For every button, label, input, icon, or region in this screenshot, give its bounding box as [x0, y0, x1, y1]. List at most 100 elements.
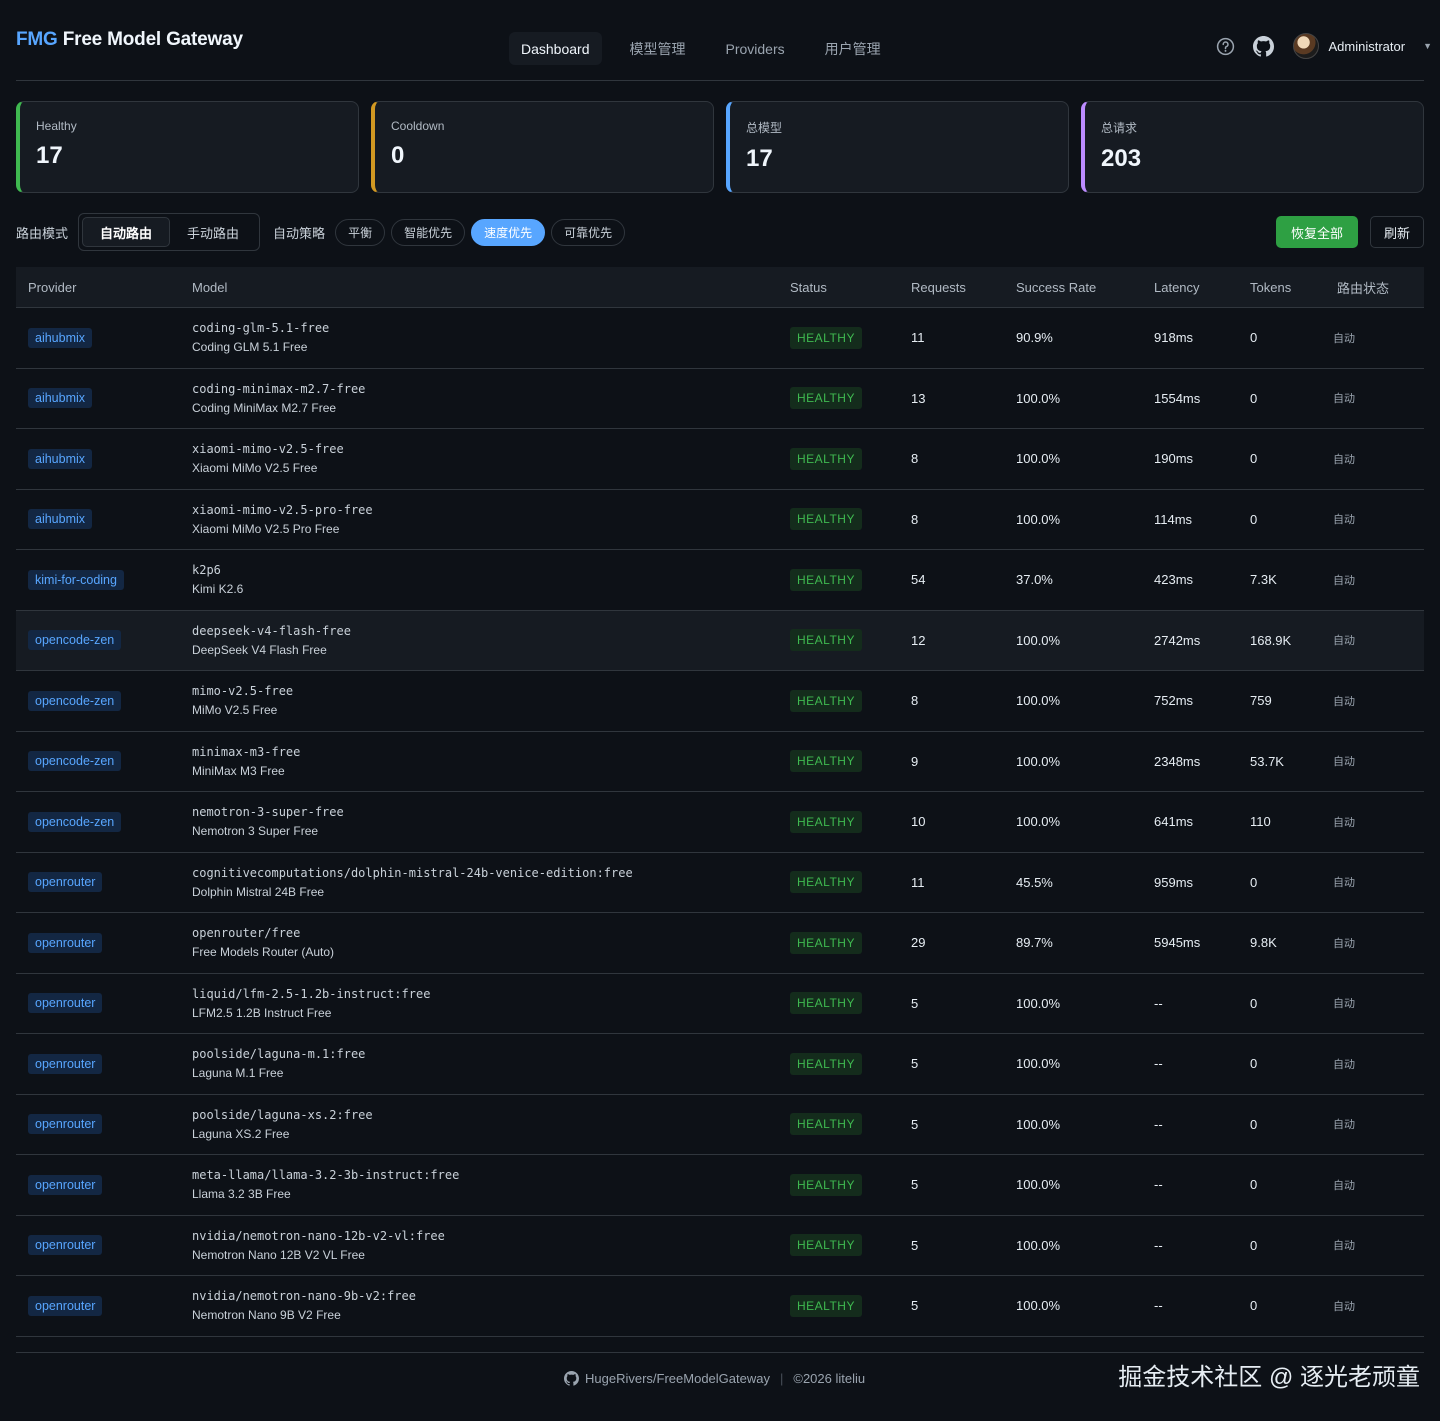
- route-status-cell[interactable]: 自动: [1325, 1237, 1424, 1253]
- col-tokens[interactable]: Tokens: [1238, 280, 1325, 295]
- route-status-cell[interactable]: 自动: [1325, 572, 1424, 588]
- github-icon[interactable]: [1253, 35, 1275, 57]
- table-row[interactable]: opencode-zen deepseek-v4-flash-free Deep…: [16, 610, 1424, 671]
- table-row[interactable]: openrouter nvidia/nemotron-nano-12b-v2-v…: [16, 1216, 1424, 1276]
- provider-tag[interactable]: aihubmix: [28, 448, 93, 469]
- provider-tag[interactable]: openrouter: [28, 1174, 103, 1195]
- provider-tag[interactable]: aihubmix: [28, 327, 93, 348]
- provider-tag[interactable]: openrouter: [28, 872, 103, 893]
- provider-tag[interactable]: aihubmix: [28, 388, 93, 409]
- table-row[interactable]: opencode-zen mimo-v2.5-free MiMo V2.5 Fr…: [16, 671, 1424, 732]
- table-row[interactable]: aihubmix xiaomi-mimo-v2.5-free Xiaomi Mi…: [16, 429, 1424, 490]
- model-id: poolside/laguna-xs.2:free: [192, 1107, 373, 1122]
- col-model[interactable]: Model: [180, 280, 778, 295]
- provider-tag[interactable]: opencode-zen: [28, 811, 122, 832]
- route-status-cell[interactable]: 自动: [1325, 1298, 1424, 1314]
- status-cell: HEALTHY: [778, 326, 899, 349]
- col-latency[interactable]: Latency: [1142, 280, 1238, 295]
- route-status-cell[interactable]: 自动: [1325, 1056, 1424, 1072]
- status-badge: HEALTHY: [790, 447, 862, 470]
- table-row[interactable]: aihubmix coding-glm-5.1-free Coding GLM …: [16, 308, 1424, 369]
- table-row[interactable]: opencode-zen minimax-m3-free MiniMax M3 …: [16, 732, 1424, 792]
- repo-link[interactable]: HugeRivers/FreeModelGateway: [585, 1371, 770, 1386]
- requests-cell: 5: [911, 1298, 919, 1314]
- route-mode-manual[interactable]: 手动路由: [170, 217, 256, 247]
- provider-tag[interactable]: opencode-zen: [28, 751, 122, 772]
- success-rate-cell: 100.0%: [1016, 693, 1061, 709]
- table-row[interactable]: openrouter nvidia/nemotron-nano-9b-v2:fr…: [16, 1276, 1424, 1337]
- brand-logo[interactable]: FMG Free Model Gateway: [16, 29, 243, 51]
- chevron-down-icon[interactable]: ▼: [1423, 41, 1432, 51]
- table-row[interactable]: openrouter poolside/laguna-m.1:free Lagu…: [16, 1034, 1424, 1095]
- model-name: Laguna XS.2 Free: [192, 1126, 290, 1141]
- provider-tag[interactable]: openrouter: [28, 932, 103, 953]
- user-name[interactable]: Administrator: [1329, 39, 1406, 54]
- brand-prefix: FMG: [16, 29, 58, 50]
- table-row[interactable]: openrouter openrouter/free Free Models R…: [16, 913, 1424, 974]
- model-cell: nvidia/nemotron-nano-9b-v2:free Nemotron…: [180, 1289, 778, 1322]
- provider-tag[interactable]: openrouter: [28, 1053, 103, 1074]
- copyright-text: ©2026 liteliu: [793, 1371, 866, 1386]
- model-id: openrouter/free: [192, 926, 301, 941]
- col-route-status[interactable]: 路由状态: [1325, 278, 1424, 297]
- table-row[interactable]: openrouter liquid/lfm-2.5-1.2b-instruct:…: [16, 974, 1424, 1034]
- latency-cell: 641ms: [1154, 814, 1194, 830]
- col-provider[interactable]: Provider: [16, 280, 180, 295]
- route-mode-auto[interactable]: 自动路由: [82, 217, 171, 247]
- route-status-cell[interactable]: 自动: [1325, 935, 1424, 951]
- route-status-cell[interactable]: 自动: [1325, 874, 1424, 890]
- strategy-smart[interactable]: 智能优先: [391, 218, 466, 246]
- provider-cell: openrouter: [16, 1235, 180, 1256]
- provider-tag[interactable]: aihubmix: [28, 509, 93, 530]
- route-status-cell[interactable]: 自动: [1325, 693, 1424, 709]
- nav-model-management[interactable]: 模型管理: [618, 32, 698, 65]
- success-rate-cell: 89.7%: [1016, 935, 1053, 951]
- table-row[interactable]: openrouter cognitivecomputations/dolphin…: [16, 853, 1424, 913]
- route-status-cell[interactable]: 自动: [1325, 814, 1424, 830]
- table-row[interactable]: kimi-for-coding k2p6 Kimi K2.6 HEALTHY 5…: [16, 550, 1424, 611]
- provider-tag[interactable]: opencode-zen: [28, 630, 122, 651]
- nav-providers[interactable]: Providers: [714, 32, 797, 65]
- table-row[interactable]: openrouter meta-llama/llama-3.2-3b-instr…: [16, 1155, 1424, 1216]
- table-row[interactable]: opencode-zen nemotron-3-super-free Nemot…: [16, 792, 1424, 853]
- strategy-speed[interactable]: 速度优先: [471, 218, 546, 246]
- model-name: Xiaomi MiMo V2.5 Pro Free: [192, 521, 340, 536]
- provider-cell: opencode-zen: [16, 630, 180, 651]
- latency-cell: 959ms: [1154, 874, 1194, 890]
- nav-dashboard[interactable]: Dashboard: [509, 32, 602, 65]
- route-status-cell[interactable]: 自动: [1325, 390, 1424, 406]
- user-avatar[interactable]: [1292, 33, 1319, 59]
- col-requests[interactable]: Requests: [899, 280, 1004, 295]
- restore-all-button[interactable]: 恢复全部: [1275, 216, 1358, 248]
- route-status-cell[interactable]: 自动: [1325, 753, 1424, 769]
- provider-tag[interactable]: openrouter: [28, 1295, 103, 1316]
- table-row[interactable]: openrouter poolside/laguna-xs.2:free Lag…: [16, 1095, 1424, 1155]
- provider-tag[interactable]: kimi-for-coding: [28, 569, 124, 590]
- table-row[interactable]: aihubmix xiaomi-mimo-v2.5-pro-free Xiaom…: [16, 490, 1424, 550]
- route-status-cell[interactable]: 自动: [1325, 451, 1424, 467]
- route-status-cell[interactable]: 自动: [1325, 511, 1424, 527]
- status-cell: HEALTHY: [778, 750, 899, 773]
- stat-card-total-requests: 总请求 203: [1081, 101, 1424, 193]
- route-status-cell[interactable]: 自动: [1325, 1116, 1424, 1132]
- route-status-cell[interactable]: 自动: [1325, 1177, 1424, 1193]
- provider-tag[interactable]: openrouter: [28, 1114, 103, 1135]
- provider-tag[interactable]: opencode-zen: [28, 690, 122, 711]
- provider-tag[interactable]: openrouter: [28, 993, 103, 1014]
- strategy-reliability[interactable]: 可靠优先: [551, 218, 626, 246]
- route-status-cell[interactable]: 自动: [1325, 330, 1424, 346]
- model-name: Coding MiniMax M2.7 Free: [192, 400, 337, 415]
- strategy-balanced[interactable]: 平衡: [335, 218, 386, 246]
- refresh-button[interactable]: 刷新: [1369, 216, 1424, 248]
- help-circle-icon[interactable]: [1215, 35, 1237, 57]
- model-id: xiaomi-mimo-v2.5-pro-free: [192, 502, 373, 517]
- nav-user-management[interactable]: 用户管理: [813, 32, 893, 65]
- route-status-cell[interactable]: 自动: [1325, 632, 1424, 648]
- table-row[interactable]: aihubmix coding-minimax-m2.7-free Coding…: [16, 369, 1424, 429]
- col-success-rate[interactable]: Success Rate: [1004, 280, 1142, 295]
- model-cell: nvidia/nemotron-nano-12b-v2-vl:free Nemo…: [180, 1229, 778, 1262]
- model-id: nemotron-3-super-free: [192, 805, 344, 820]
- col-status[interactable]: Status: [778, 280, 899, 295]
- route-status-cell[interactable]: 自动: [1325, 995, 1424, 1011]
- provider-tag[interactable]: openrouter: [28, 1235, 103, 1256]
